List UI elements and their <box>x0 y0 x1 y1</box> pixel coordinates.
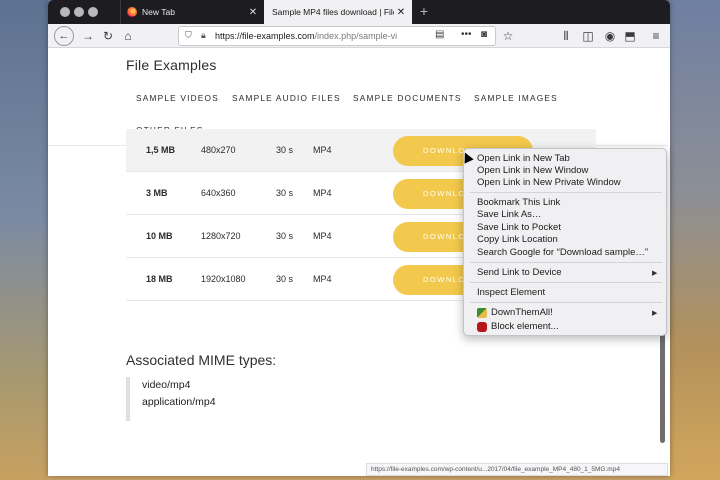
menu-item-save-to-pocket[interactable]: Save Link to Pocket <box>477 222 561 233</box>
page-actions-icon[interactable]: ••• <box>461 29 472 40</box>
format: MP4 <box>313 188 332 198</box>
firefox-icon <box>127 7 137 17</box>
menu-separator <box>470 262 662 263</box>
status-bar-url: https://file-examples.com/wp-content/u..… <box>366 463 668 476</box>
nav-sample-documents[interactable]: SAMPLE DOCUMENTS <box>353 93 462 103</box>
file-size: 1,5 MB <box>146 145 176 155</box>
tab-sample-mp4[interactable]: Sample MP4 files download | File Ex ✕ <box>264 0 412 24</box>
menu-separator <box>470 302 662 303</box>
format: MP4 <box>313 231 332 241</box>
url-bar[interactable]: ⛉ 🔒︎ https://file-examples.com/index.php… <box>178 26 496 46</box>
bookmark-star-icon[interactable]: ☆ <box>498 26 518 46</box>
tracking-protection-icon[interactable]: ⛉ <box>185 30 192 41</box>
menu-item-open-private-window[interactable]: Open Link in New Private Window <box>477 177 621 188</box>
submenu-arrow-icon: ▶ <box>652 310 658 317</box>
menu-item-open-new-tab[interactable]: Open Link in New Tab <box>477 153 570 164</box>
extension-icon[interactable]: ⬒ <box>620 26 640 46</box>
resolution: 480x270 <box>201 145 236 155</box>
mime-item: video/mp4 <box>142 379 191 391</box>
format: MP4 <box>313 145 332 155</box>
mime-list: video/mp4 application/mp4 <box>126 377 246 421</box>
url-fade <box>401 28 429 44</box>
context-menu: Open Link in New Tab Open Link in New Wi… <box>463 148 667 336</box>
tab-title: New Tab <box>142 7 175 17</box>
menu-item-save-link-as[interactable]: Save Link As… <box>477 209 541 220</box>
close-tab-icon[interactable]: ✕ <box>246 7 260 18</box>
library-icon[interactable]: ⫴ <box>556 26 576 46</box>
reader-view-icon[interactable]: ▤ <box>435 29 444 40</box>
file-size: 10 MB <box>146 231 173 241</box>
pocket-icon[interactable]: ◙ <box>481 29 487 40</box>
close-window-button[interactable] <box>60 7 70 17</box>
menu-item-bookmark-link[interactable]: Bookmark This Link <box>477 197 560 208</box>
lock-icon[interactable]: 🔒︎ <box>201 30 206 41</box>
menu-item-search-google[interactable]: Search Google for “Download sample…” <box>477 247 648 258</box>
url-text: https://file-examples.com/index.php/samp… <box>215 31 397 41</box>
downthemall-icon <box>477 308 487 318</box>
back-arrow-icon[interactable]: ← <box>54 26 74 46</box>
resolution: 1280x720 <box>201 231 241 241</box>
url-domain: https://file-examples.com <box>215 31 315 41</box>
mime-item: application/mp4 <box>142 395 216 408</box>
desktop-background <box>0 0 48 480</box>
menu-item-inspect-element[interactable]: Inspect Element <box>477 287 545 298</box>
duration: 30 s <box>276 231 294 241</box>
forward-arrow-icon[interactable]: → <box>78 26 98 46</box>
resolution: 640x360 <box>201 188 236 198</box>
close-tab-icon[interactable]: ✕ <box>394 7 408 18</box>
menu-icon[interactable]: ≡ <box>646 26 666 46</box>
menu-item-downthemall[interactable]: DownThemAll! <box>491 307 553 318</box>
tab-title: Sample MP4 files download | File Ex <box>272 7 394 17</box>
submenu-arrow-icon: ▶ <box>652 270 658 277</box>
duration: 30 s <box>276 274 294 284</box>
account-icon[interactable]: ◉ <box>600 26 620 46</box>
zoom-window-button[interactable] <box>88 7 98 17</box>
duration: 30 s <box>276 145 294 155</box>
menu-item-copy-link-location[interactable]: Copy Link Location <box>477 234 558 245</box>
sidebar-icon[interactable]: ◫ <box>578 26 598 46</box>
duration: 30 s <box>276 188 294 198</box>
new-tab-icon[interactable]: + <box>416 3 432 19</box>
tab-new-tab[interactable]: New Tab ✕ <box>120 0 264 24</box>
menu-separator <box>470 282 662 283</box>
tab-strip: New Tab ✕ Sample MP4 files download | Fi… <box>48 0 670 24</box>
resolution: 1920x1080 <box>201 274 246 284</box>
file-size: 3 MB <box>146 188 168 198</box>
nav-sample-images[interactable]: SAMPLE IMAGES <box>474 93 558 103</box>
home-icon[interactable]: ⌂ <box>118 26 138 46</box>
ublock-icon <box>477 322 487 332</box>
menu-item-open-new-window[interactable]: Open Link in New Window <box>477 165 588 176</box>
site-title[interactable]: File Examples <box>126 57 217 73</box>
nav-sample-audio-files[interactable]: SAMPLE AUDIO FILES <box>232 93 341 103</box>
url-path: /index.php/sample-vi <box>314 31 398 41</box>
minimize-window-button[interactable] <box>74 7 84 17</box>
menu-separator <box>470 192 662 193</box>
mime-heading: Associated MIME types: <box>126 352 277 368</box>
format: MP4 <box>313 274 332 284</box>
file-size: 18 MB <box>146 274 173 284</box>
navigation-toolbar: ← → ↻ ⌂ ⛉ 🔒︎ https://file-examples.com/i… <box>48 24 670 48</box>
reload-icon[interactable]: ↻ <box>98 26 118 46</box>
desktop-background <box>670 0 720 480</box>
menu-item-block-element[interactable]: Block element... <box>491 321 559 332</box>
nav-sample-videos[interactable]: SAMPLE VIDEOS <box>136 93 219 103</box>
menu-item-send-to-device[interactable]: Send Link to Device <box>477 267 562 278</box>
